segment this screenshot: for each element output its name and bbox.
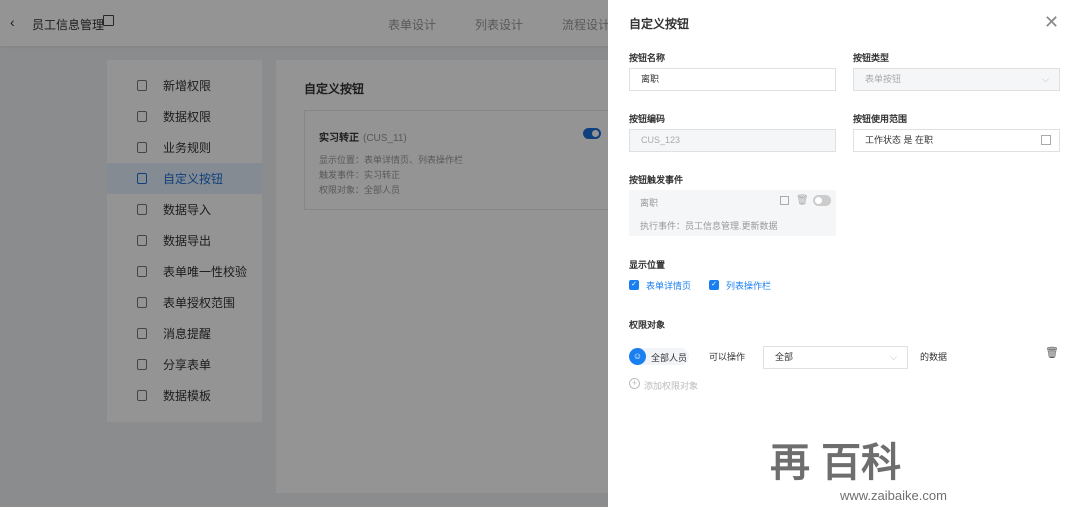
edit-icon[interactable] xyxy=(1041,135,1051,145)
permission-select[interactable]: 全部 ⌵ xyxy=(763,346,908,369)
event-description: 执行事件：员工信息管理.更新数据 xyxy=(640,221,778,231)
position-label: 显示位置 xyxy=(629,260,666,270)
permission-label: 权限对象 xyxy=(629,320,666,330)
add-permission-button[interactable]: 添加权限对象 xyxy=(644,379,698,392)
type-value: 表单按钮 xyxy=(865,74,902,84)
user-icon: ☺ xyxy=(629,348,646,365)
code-label: 按钮编码 xyxy=(629,114,666,124)
permission-can: 可以操作 xyxy=(709,352,746,362)
chevron-down-icon: ⌵ xyxy=(1042,74,1049,84)
type-label: 按钮类型 xyxy=(853,53,890,63)
permission-suffix: 的数据 xyxy=(920,352,948,362)
permission-who: 全部人员 xyxy=(651,353,688,363)
event-label: 按钮触发事件 xyxy=(629,175,684,185)
checkbox-detail-page-label[interactable]: 表单详情页 xyxy=(646,279,691,292)
scope-label: 按钮使用范围 xyxy=(853,114,908,124)
modal-overlay[interactable] xyxy=(0,0,608,507)
event-name: 离职 xyxy=(640,198,659,208)
trash-icon[interactable]: 🗑 xyxy=(1045,346,1059,359)
code-input[interactable]: CUS_123 xyxy=(629,129,836,152)
scope-value: 工作状态 是 在职 xyxy=(865,135,934,145)
checkbox-detail-page[interactable]: ✓ xyxy=(629,280,639,290)
checkbox-list-action[interactable]: ✓ xyxy=(709,280,719,290)
close-icon[interactable]: ✕ xyxy=(1044,12,1059,33)
scope-input[interactable]: 工作状态 是 在职 xyxy=(853,129,1060,152)
type-select[interactable]: 表单按钮 ⌵ xyxy=(853,68,1060,91)
name-label: 按钮名称 xyxy=(629,53,666,63)
edit-icon[interactable] xyxy=(780,196,789,205)
checkbox-list-action-label[interactable]: 列表操作栏 xyxy=(726,279,771,292)
plus-circle-icon[interactable]: + xyxy=(629,378,640,389)
trash-icon[interactable]: 🗑 xyxy=(796,195,809,206)
permission-select-value: 全部 xyxy=(775,352,794,362)
name-input[interactable]: 离职 xyxy=(629,68,836,91)
event-toggle[interactable] xyxy=(813,195,831,206)
drawer-title: 自定义按钮 xyxy=(629,17,690,31)
event-card: 离职 🗑 执行事件：员工信息管理.更新数据 xyxy=(629,190,836,236)
chevron-down-icon: ⌵ xyxy=(890,352,897,362)
watermark: 再 百科 www.zaibaike.com xyxy=(770,441,947,503)
